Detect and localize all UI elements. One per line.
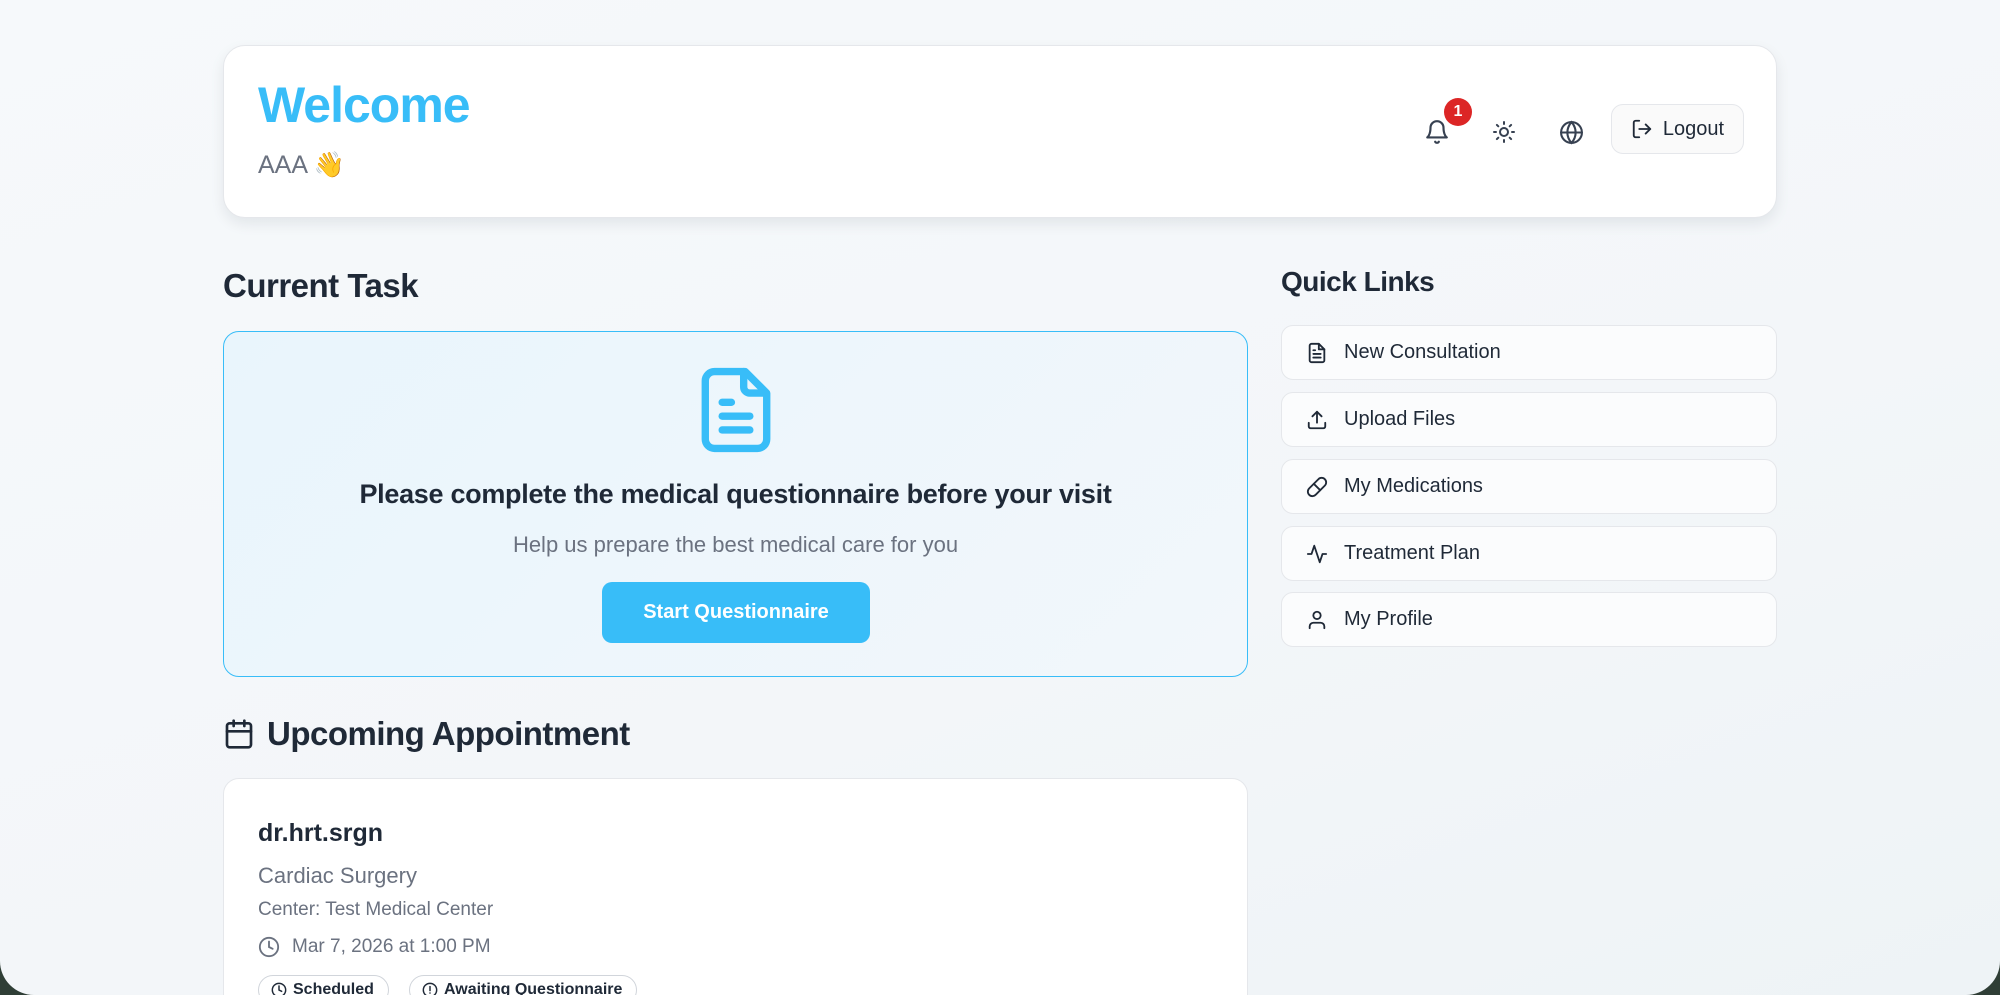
user-greeting: AAA 👋 <box>258 151 345 179</box>
upload-icon <box>1307 410 1327 429</box>
theme-toggle-button[interactable] <box>1484 112 1524 152</box>
logout-button[interactable]: Logout <box>1611 104 1744 154</box>
language-button[interactable] <box>1551 112 1591 152</box>
clock-icon <box>271 982 287 995</box>
status-badge-questionnaire: Awaiting Questionnaire <box>409 975 638 995</box>
quick-link-label: New Consultation <box>1344 341 1501 363</box>
user-icon <box>1308 610 1326 629</box>
quick-link-label: Upload Files <box>1344 408 1456 430</box>
activity-icon <box>1306 544 1328 563</box>
appointment-card[interactable]: dr.hrt.srgn Cardiac Surgery Center: Test… <box>223 778 1248 995</box>
logout-label: Logout <box>1662 117 1725 140</box>
medical-center: Center: Test Medical Center <box>258 899 494 920</box>
quick-link-my-medications[interactable]: My Medications <box>1281 459 1777 514</box>
quick-link-label: My Profile <box>1344 608 1433 630</box>
globe-icon <box>1559 120 1583 144</box>
file-text-icon <box>701 367 771 453</box>
quick-link-new-consultation[interactable]: New Consultation <box>1281 325 1777 380</box>
bell-icon <box>1426 120 1448 144</box>
file-text-icon <box>1308 342 1326 363</box>
task-subtitle: Help us prepare the best medical care fo… <box>512 532 959 557</box>
quick-link-label: My Medications <box>1344 475 1483 497</box>
quick-link-my-profile[interactable]: My Profile <box>1281 592 1777 647</box>
appointment-datetime-text: Mar 7, 2026 at 1:00 PM <box>292 936 491 957</box>
upcoming-appointment-heading: Upcoming Appointment <box>267 715 630 752</box>
current-task-heading: Current Task <box>223 267 419 304</box>
pill-icon <box>1306 476 1328 497</box>
status-scheduled-label: Scheduled <box>293 981 374 995</box>
current-task-card: Please complete the medical questionnair… <box>223 331 1248 677</box>
alert-circle-icon <box>422 982 438 995</box>
app-screen: Welcome AAA 👋 1 Logout Current Task Plea… <box>0 0 2000 995</box>
doctor-name: dr.hrt.srgn <box>258 819 384 847</box>
status-badge-scheduled: Scheduled <box>258 975 389 995</box>
notification-badge: 1 <box>1444 98 1472 126</box>
quick-link-upload-files[interactable]: Upload Files <box>1281 392 1777 447</box>
start-questionnaire-button[interactable]: Start Questionnaire <box>602 582 870 643</box>
status-questionnaire-label: Awaiting Questionnaire <box>444 981 623 995</box>
clock-icon <box>258 936 280 958</box>
welcome-header: Welcome AAA 👋 1 Logout <box>223 45 1777 218</box>
task-title: Please complete the medical questionnair… <box>359 479 1112 509</box>
welcome-title: Welcome <box>258 77 471 133</box>
doctor-specialty: Cardiac Surgery <box>258 863 417 888</box>
quick-link-label: Treatment Plan <box>1344 542 1480 564</box>
log-out-icon <box>1632 119 1652 139</box>
appointment-datetime: Mar 7, 2026 at 1:00 PM <box>258 936 491 958</box>
calendar-icon <box>225 719 253 749</box>
quick-link-treatment-plan[interactable]: Treatment Plan <box>1281 526 1777 581</box>
quick-links-heading: Quick Links <box>1281 266 1435 297</box>
sun-icon <box>1493 121 1515 143</box>
